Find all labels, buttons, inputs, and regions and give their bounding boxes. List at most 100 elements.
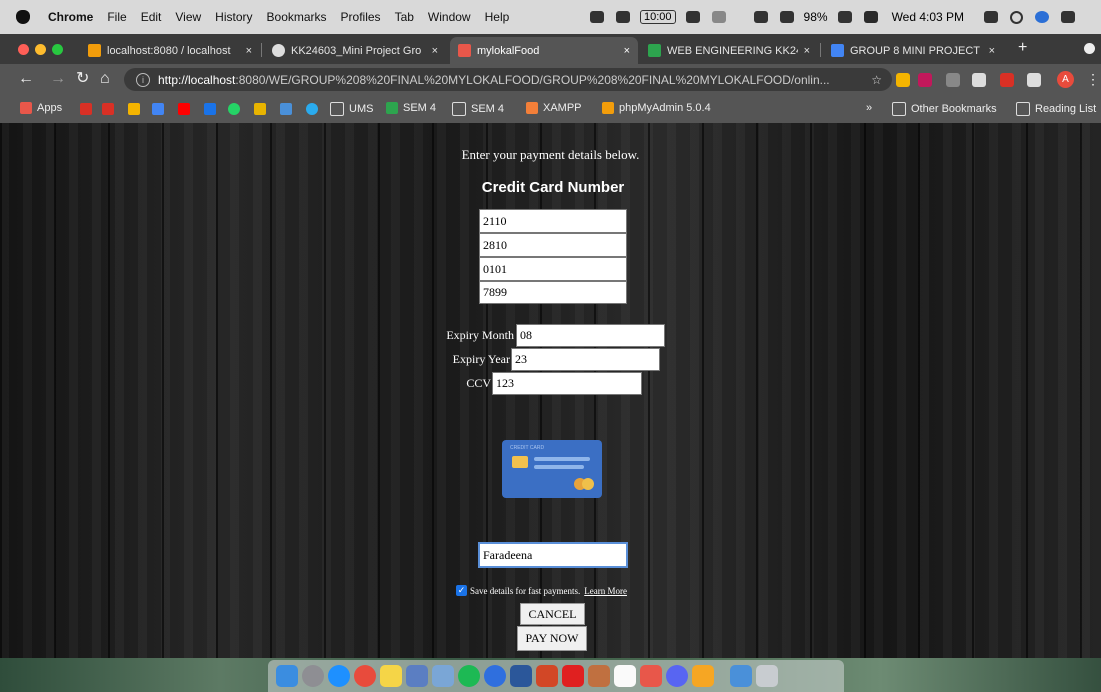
bookmark-other[interactable]: Other Bookmarks: [892, 102, 997, 116]
new-tab-icon[interactable]: +: [1018, 39, 1027, 57]
drive-icon[interactable]: [128, 103, 140, 115]
bookmark-star-icon[interactable]: ☆: [871, 73, 882, 87]
card-number-field-2[interactable]: [479, 233, 627, 257]
bookmark-phpmyadmin[interactable]: phpMyAdmin 5.0.4: [602, 102, 711, 114]
tab-mini-project[interactable]: KK24603_Mini Project Gro ×: [264, 37, 446, 64]
launchpad-icon[interactable]: [302, 665, 324, 687]
bookmark-ums[interactable]: UMS: [330, 102, 373, 116]
discord-icon[interactable]: [666, 665, 688, 687]
downloads-folder-icon[interactable]: [730, 665, 752, 687]
trash-icon[interactable]: [756, 665, 778, 687]
pay-now-button[interactable]: PAY NOW: [517, 626, 587, 651]
tab-group-8[interactable]: GROUP 8 MINI PROJECT ( ×: [823, 37, 1003, 64]
battery-icon[interactable]: [837, 11, 852, 23]
app-icon[interactable]: [406, 665, 428, 687]
expiry-year-field[interactable]: [511, 348, 660, 371]
power-icon[interactable]: [616, 11, 630, 23]
spotlight-icon[interactable]: [1010, 10, 1024, 24]
bookmark-reading-list[interactable]: Reading List: [1016, 102, 1096, 116]
back-icon[interactable]: ←: [18, 70, 34, 88]
youtube-icon[interactable]: [178, 103, 190, 115]
extension-red-icon[interactable]: [1000, 73, 1014, 87]
chrome-menu-icon[interactable]: ⋮: [1086, 71, 1100, 88]
safari-icon[interactable]: [328, 665, 350, 687]
ccv-field[interactable]: [492, 372, 642, 395]
close-tab-icon[interactable]: ×: [432, 45, 438, 57]
tab-localhost[interactable]: localhost:8080 / localhost ×: [80, 37, 260, 64]
classroom-icon[interactable]: [254, 103, 266, 115]
home-icon[interactable]: ⌂: [100, 70, 110, 88]
cardholder-name-field[interactable]: [478, 542, 628, 568]
extension-screen-icon[interactable]: [972, 73, 986, 87]
tab-search-icon[interactable]: [1084, 43, 1095, 54]
finder-icon[interactable]: [276, 665, 298, 687]
spotify-icon[interactable]: [458, 665, 480, 687]
wifi-icon[interactable]: [753, 11, 768, 23]
app-store-icon[interactable]: [484, 665, 506, 687]
chrome-icon[interactable]: [354, 665, 376, 687]
volume-icon[interactable]: [779, 11, 794, 23]
tab-web-engineering[interactable]: WEB ENGINEERING KK246 ×: [640, 37, 818, 64]
menu-file[interactable]: File: [107, 10, 126, 24]
card-number-field-1[interactable]: [479, 209, 627, 233]
menu-history[interactable]: History: [215, 10, 252, 24]
forward-icon[interactable]: →: [50, 70, 66, 88]
powerpoint-icon[interactable]: [536, 665, 558, 687]
menu-help[interactable]: Help: [485, 10, 510, 24]
cancel-button[interactable]: CANCEL: [520, 603, 585, 625]
profile-avatar[interactable]: A: [1057, 71, 1074, 88]
close-tab-icon[interactable]: ×: [804, 45, 810, 57]
site-info-icon[interactable]: i: [136, 72, 150, 87]
reload-icon[interactable]: ↻: [76, 70, 89, 88]
gmail-icon[interactable]: [102, 103, 114, 115]
whatsapp-icon[interactable]: [228, 103, 240, 115]
tasks-icon[interactable]: [204, 103, 216, 115]
notion-icon[interactable]: [614, 665, 636, 687]
app-icon[interactable]: [640, 665, 662, 687]
bookmark-sem4-drive[interactable]: SEM 4: [386, 102, 436, 114]
telegram-icon[interactable]: [306, 103, 318, 115]
bookmark-apps[interactable]: Apps: [20, 102, 62, 114]
minimize-window-icon[interactable]: [35, 44, 46, 55]
control-center-icon[interactable]: [1061, 11, 1076, 23]
menu-app-name[interactable]: Chrome: [48, 10, 93, 24]
siri-icon[interactable]: [1035, 11, 1050, 23]
user-icon[interactable]: [984, 11, 999, 23]
preview-icon[interactable]: [432, 665, 454, 687]
bookmark-sem4-folder[interactable]: SEM 4: [452, 102, 504, 116]
tab-mylokalfood[interactable]: mylokalFood ×: [450, 37, 638, 64]
bookmark-icon[interactable]: [280, 103, 292, 115]
apple-icon[interactable]: [16, 10, 30, 24]
input-source-icon[interactable]: [863, 11, 878, 23]
card-number-field-4[interactable]: [479, 281, 627, 304]
status-time-box[interactable]: 10:00: [640, 10, 676, 24]
photos-icon[interactable]: [692, 665, 714, 687]
menu-bookmarks[interactable]: Bookmarks: [267, 10, 327, 24]
address-bar[interactable]: i http://localhost:8080/WE/GROUP%208%20F…: [124, 68, 892, 91]
bookmarks-overflow[interactable]: »: [866, 102, 872, 114]
word-icon[interactable]: [510, 665, 532, 687]
app-icon[interactable]: [588, 665, 610, 687]
menu-view[interactable]: View: [175, 10, 201, 24]
zoom-window-icon[interactable]: [52, 44, 63, 55]
notes-icon[interactable]: [380, 665, 402, 687]
cloud-icon[interactable]: [685, 11, 700, 23]
bookmark-xampp[interactable]: XAMPP: [526, 102, 582, 114]
close-tab-icon[interactable]: ×: [246, 45, 252, 57]
extensions-puzzle-icon[interactable]: [1027, 73, 1041, 87]
hand-icon[interactable]: [711, 11, 726, 23]
close-tab-icon[interactable]: ×: [989, 45, 995, 57]
menu-edit[interactable]: Edit: [141, 10, 162, 24]
address-url[interactable]: http://localhost:8080/WE/GROUP%208%20FIN…: [158, 73, 871, 87]
extension-icon[interactable]: [946, 73, 960, 87]
acrobat-icon[interactable]: [562, 665, 584, 687]
menu-tab[interactable]: Tab: [395, 10, 414, 24]
extension-drive-icon[interactable]: [896, 73, 910, 87]
menu-window[interactable]: Window: [428, 10, 471, 24]
screen-recorder-icon[interactable]: [590, 11, 604, 23]
gmail-icon[interactable]: [80, 103, 92, 115]
learn-more-link[interactable]: Learn More: [584, 586, 627, 596]
card-number-field-3[interactable]: [479, 257, 627, 281]
close-tab-icon[interactable]: ×: [624, 45, 630, 57]
menu-clock[interactable]: Wed 4:03 PM: [892, 10, 964, 24]
